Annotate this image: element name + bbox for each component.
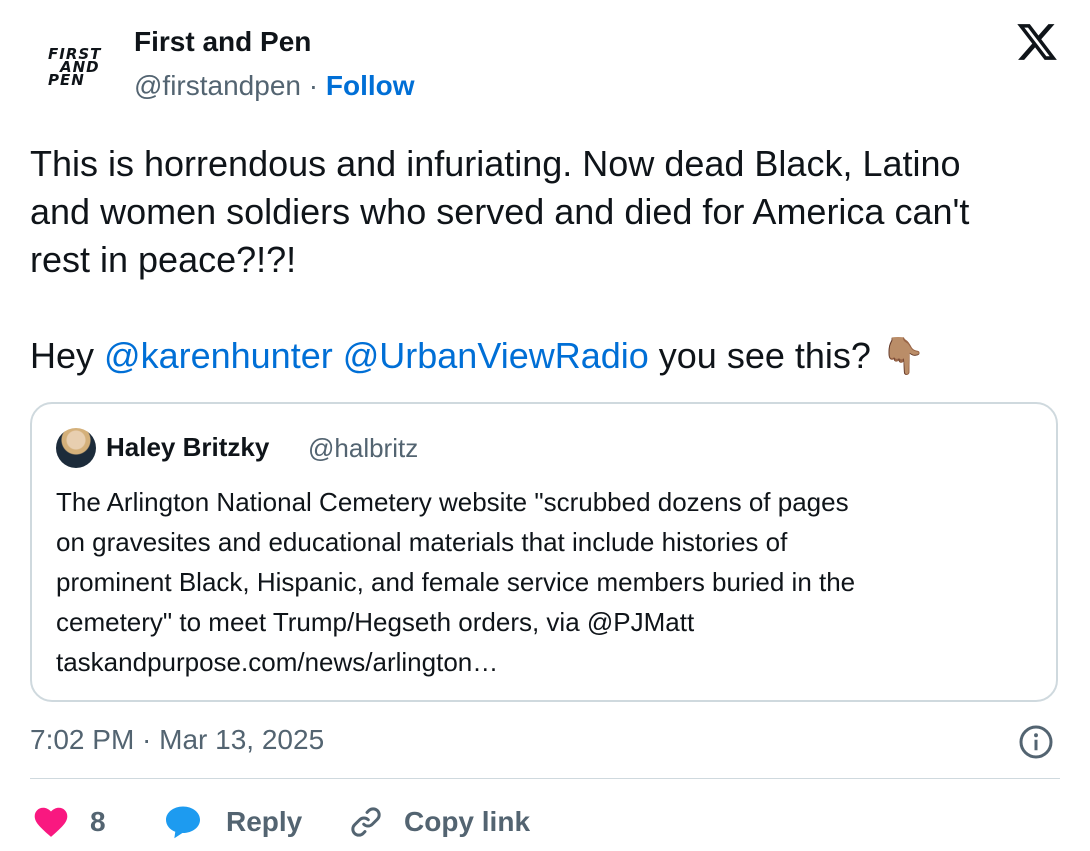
author-display-name[interactable]: First and Pen — [134, 26, 311, 58]
tweet-body: This is horrendous and infuriating. Now … — [30, 140, 1070, 380]
reply-label: Reply — [226, 806, 303, 837]
tweet-text-line: This is horrendous and infuriating. Now … — [30, 143, 961, 184]
quote-author-handle: @halbritz — [308, 433, 419, 463]
author-handle[interactable]: @firstandpen — [134, 70, 301, 101]
quote-text-line: cemetery" to meet Trump/Hegseth orders, … — [56, 607, 695, 637]
quote-text-line: prominent Black, Hispanic, and female se… — [56, 567, 856, 597]
tweet-header: FIRST AND PEN First and Pen @firstandpen… — [30, 22, 1060, 112]
mention-link[interactable]: @UrbanViewRadio — [343, 335, 649, 376]
reply-bubble-icon — [166, 806, 200, 839]
info-icon[interactable] — [1018, 724, 1054, 760]
pointing-down-emoji: 👇🏽 — [880, 335, 926, 376]
like-button[interactable]: 8 — [34, 800, 106, 844]
author-avatar[interactable]: FIRST AND PEN — [30, 32, 118, 102]
quote-author-avatar — [56, 428, 96, 468]
follow-button[interactable]: Follow — [326, 70, 415, 101]
quote-author-name: Haley Britzky — [106, 432, 270, 462]
tweet-text-line: rest in peace?!?! — [30, 239, 297, 280]
copy-link-button[interactable]: Copy link — [348, 800, 530, 844]
action-bar: 8 Reply Copy link — [30, 800, 1060, 844]
handle-separator: · — [308, 70, 319, 101]
actions-divider — [30, 778, 1060, 779]
avatar-logo-line: PEN — [48, 70, 85, 89]
reply-button[interactable]: Reply — [164, 800, 302, 844]
tweet-timestamp[interactable]: 7:02 PM · Mar 13, 2025 — [30, 724, 324, 756]
tweet-text-line: Hey @karenhunter @UrbanViewRadio you see… — [30, 332, 1070, 380]
heart-icon — [34, 807, 68, 837]
x-logo-icon[interactable] — [1014, 20, 1060, 64]
copy-link-label: Copy link — [404, 806, 531, 837]
quote-body: The Arlington National Cemetery website … — [56, 482, 1036, 682]
tail-text: you see this? — [648, 335, 881, 376]
mention-link[interactable]: @karenhunter — [104, 335, 333, 376]
quote-text-line: The Arlington National Cemetery website … — [56, 487, 849, 517]
link-icon — [351, 807, 381, 837]
tweet-text-line: and women soldiers who served and died f… — [30, 191, 970, 232]
author-handle-row: @firstandpen · Follow — [134, 70, 415, 102]
quote-text-line: on gravesites and educational materials … — [56, 527, 788, 557]
quote-link-line: taskandpurpose.com/news/arlington… — [56, 647, 499, 677]
like-count: 8 — [90, 806, 106, 837]
hey-text: Hey — [30, 335, 105, 376]
quoted-tweet[interactable]: Haley Britzky @halbritz The Arlington Na… — [30, 402, 1058, 702]
